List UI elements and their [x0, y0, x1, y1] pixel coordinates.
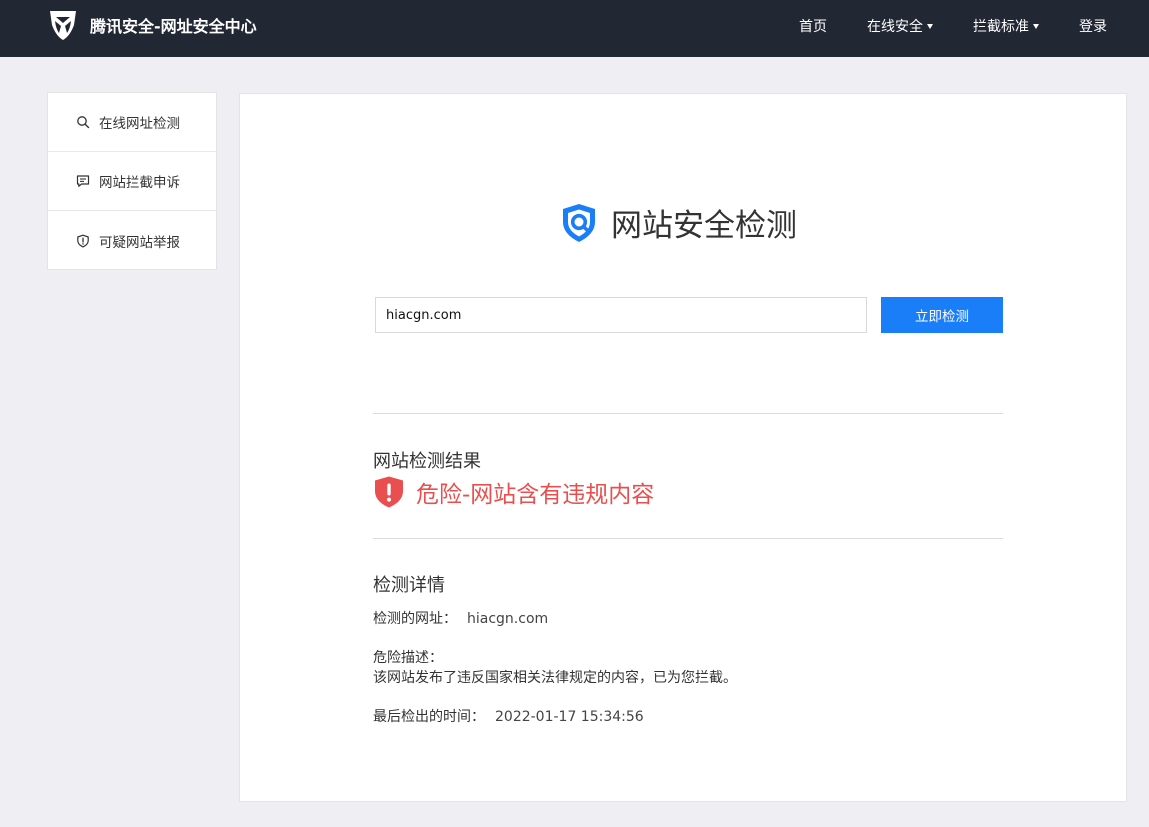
tencent-security-logo-icon	[50, 11, 76, 40]
nav-online-security-label: 在线安全	[867, 19, 923, 35]
nav-home[interactable]: 首页	[799, 16, 827, 36]
danger-shield-icon	[375, 476, 403, 508]
nav-home-label: 首页	[799, 19, 827, 35]
message-icon	[76, 175, 90, 187]
sidebar-item-report[interactable]: 可疑网站举报	[48, 211, 216, 270]
detail-url-label: 检测的网址：	[373, 611, 457, 627]
top-navigation-bar: 腾讯安全-网址安全中心 首页 在线安全 拦截标准 登录	[0, 0, 1149, 57]
nav-login-label: 登录	[1079, 19, 1107, 35]
nav-login[interactable]: 登录	[1079, 16, 1107, 36]
detail-url-row: 检测的网址： hiacgn.com	[373, 608, 548, 628]
chevron-down-icon	[927, 23, 933, 29]
brand-title: 腾讯安全-网址安全中心	[90, 17, 257, 36]
sidebar-item-label: 在线网址检测	[99, 116, 180, 132]
danger-status-text: 危险-网站含有违规内容	[416, 482, 655, 508]
detail-risk-desc: 该网站发布了违反国家相关法律规定的内容，已为您拦截。	[373, 670, 737, 686]
shield-search-icon	[563, 203, 595, 242]
nav-online-security[interactable]: 在线安全	[867, 16, 933, 36]
detail-risk-label: 危险描述：	[373, 650, 443, 666]
divider	[373, 538, 1003, 539]
sidebar-item-url-check[interactable]: 在线网址检测	[48, 93, 216, 152]
check-now-button[interactable]: 立即检测	[881, 297, 1003, 333]
sidebar: 在线网址检测 网站拦截申诉 可疑网站举报	[47, 92, 217, 270]
sidebar-item-label: 可疑网站举报	[99, 234, 180, 251]
detail-url-value: hiacgn.com	[467, 611, 549, 627]
search-icon	[77, 116, 90, 129]
page-title: 网站安全检测	[611, 208, 797, 244]
detail-time-row: 最后检出的时间： 2022-01-17 15:34:56	[373, 706, 644, 726]
shield-alert-icon	[77, 234, 89, 247]
url-input[interactable]	[375, 297, 867, 333]
result-title: 网站检测结果	[373, 451, 481, 472]
brand[interactable]: 腾讯安全-网址安全中心	[46, 8, 257, 42]
danger-status: 危险-网站含有违规内容	[373, 475, 654, 509]
chevron-down-icon	[1033, 23, 1039, 29]
main-panel: 网站安全检测 立即检测 网站检测结果 危险-网站含有违规内容 检测详情 检测的网…	[239, 93, 1127, 802]
detail-time-label: 最后检出的时间：	[373, 709, 485, 725]
nav-block-standard[interactable]: 拦截标准	[973, 16, 1039, 36]
hero-heading: 网站安全检测	[557, 200, 797, 245]
divider	[373, 413, 1003, 414]
details-title: 检测详情	[373, 575, 445, 596]
sidebar-item-label: 网站拦截申诉	[99, 175, 180, 191]
detail-time-value: 2022-01-17 15:34:56	[495, 709, 644, 725]
nav-block-standard-label: 拦截标准	[973, 19, 1029, 35]
sidebar-item-appeal[interactable]: 网站拦截申诉	[48, 152, 216, 211]
